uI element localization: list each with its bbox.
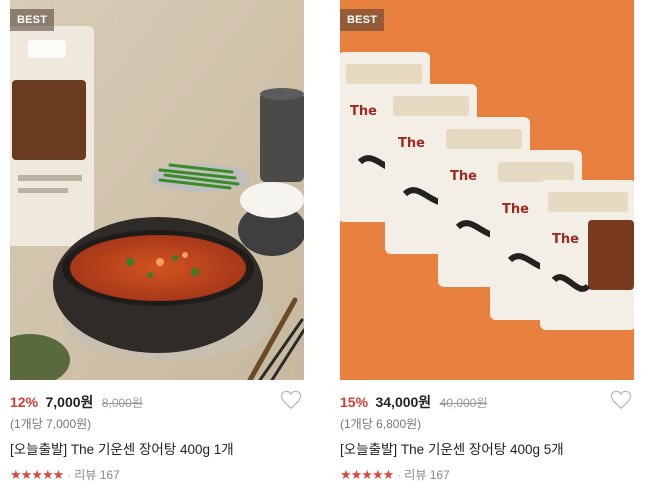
best-badge: BEST — [340, 9, 385, 31]
unit-price: (1개당 6,800원) — [340, 417, 422, 431]
product-name-link[interactable]: [오늘출발] The 기운센 장어탕 400g 5개 — [340, 441, 634, 459]
rating-row: ★★★★★ · 리뷰 167 — [340, 467, 634, 483]
rating-stars-icon: ★★★★★ — [340, 467, 394, 482]
wishlist-heart-icon[interactable] — [280, 390, 304, 412]
price-row: 15% 34,000원 40,000원 — [340, 392, 634, 412]
product-card[interactable]: BEST 12% 7,000원 8,000원 (1개당 7,000원) [오늘출… — [10, 0, 304, 483]
discount-rate: 12% — [10, 394, 39, 410]
rating-stars-icon: ★★★★★ — [10, 467, 64, 482]
sale-price: 34,000원 — [375, 394, 432, 410]
separator-dot: · — [397, 468, 402, 482]
package-photo: The The The The The — [340, 0, 634, 380]
product-card[interactable]: The The The The The BEST 15% 34,000원 40,… — [340, 0, 634, 483]
svg-text:The: The — [552, 232, 579, 247]
review-count: 리뷰 167 — [404, 468, 450, 482]
product-info: 15% 34,000원 40,000원 (1개당 6,800원) [오늘출발] … — [340, 380, 634, 483]
discount-rate: 15% — [340, 394, 369, 410]
wishlist-heart-icon[interactable] — [610, 390, 634, 412]
product-grid: BEST 12% 7,000원 8,000원 (1개당 7,000원) [오늘출… — [0, 0, 648, 495]
separator-dot: · — [67, 468, 72, 482]
sale-price: 7,000원 — [45, 394, 94, 410]
product-info: 12% 7,000원 8,000원 (1개당 7,000원) [오늘출발] Th… — [10, 380, 304, 483]
review-count: 리뷰 167 — [74, 468, 120, 482]
product-image[interactable]: The The The The The BEST — [340, 0, 634, 380]
svg-text:The: The — [450, 169, 477, 184]
product-image[interactable]: BEST — [10, 0, 304, 380]
rating-row: ★★★★★ · 리뷰 167 — [10, 467, 304, 483]
original-price: 40,000원 — [439, 396, 488, 410]
original-price: 8,000원 — [101, 396, 143, 410]
unit-price: (1개당 7,000원) — [10, 417, 92, 431]
package-brand-text: The — [350, 104, 377, 119]
food-photo — [10, 0, 304, 380]
product-name-link[interactable]: [오늘출발] The 기운센 장어탕 400g 1개 — [10, 441, 304, 459]
best-badge: BEST — [10, 9, 55, 31]
svg-text:The: The — [398, 136, 425, 151]
price-row: 12% 7,000원 8,000원 — [10, 392, 304, 412]
svg-text:The: The — [502, 202, 529, 217]
